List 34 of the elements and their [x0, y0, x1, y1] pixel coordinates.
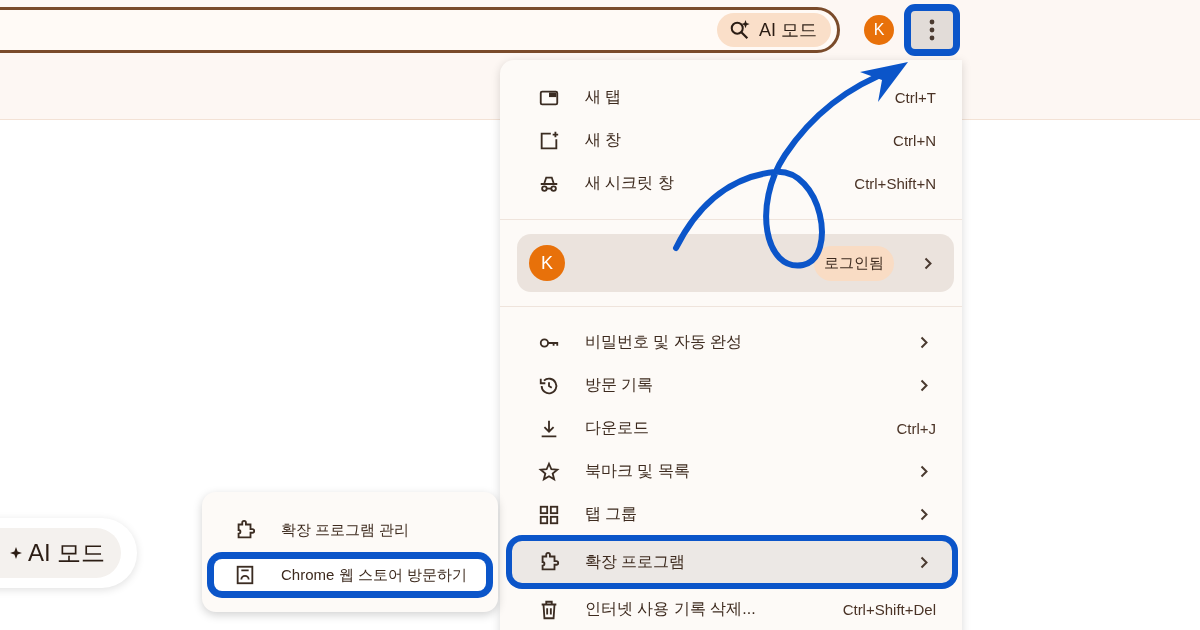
profile-avatar: K — [529, 245, 565, 281]
ai-mode-button[interactable]: AI 모드 — [717, 13, 831, 47]
menu-button[interactable] — [904, 4, 960, 56]
chevron-right-icon — [920, 465, 928, 478]
shortcut-text: Ctrl+N — [893, 132, 936, 149]
star-icon — [538, 460, 560, 483]
chevron-right-icon — [920, 379, 928, 392]
shortcut-text: Ctrl+Shift+N — [854, 175, 936, 192]
menu-item[interactable]: 비밀번호 및 자동 완성 — [512, 321, 952, 364]
chevron-right-icon — [920, 336, 928, 349]
menu-item[interactable]: 새 시크릿 창 Ctrl+Shift+N — [512, 162, 952, 205]
ai-mode-button[interactable]: AI 모드 — [0, 518, 138, 588]
grid-icon — [538, 503, 560, 526]
menu-item[interactable]: 탭 그룹 — [512, 493, 952, 536]
menu-item[interactable]: 새 탭 Ctrl+T — [512, 76, 952, 119]
menu-item[interactable]: 인터넷 사용 기록 삭제... Ctrl+Shift+Del — [512, 588, 952, 630]
chevron-right-icon — [920, 508, 928, 521]
menu-item[interactable]: 방문 기록 — [512, 364, 952, 407]
profile-row[interactable]: K 로그인됨 — [517, 234, 954, 292]
shortcut-text: Ctrl+Shift+Del — [842, 601, 936, 618]
shortcut-text: Ctrl+T — [894, 89, 936, 106]
menu-item[interactable]: 북마크 및 목록 — [512, 450, 952, 493]
chevron-right-icon — [920, 555, 928, 569]
search-sparkle-icon — [729, 19, 751, 41]
chevron-right-icon — [924, 256, 932, 270]
new-window-icon — [538, 129, 560, 152]
shortcut-text: Ctrl+J — [896, 420, 936, 437]
more-icon — [929, 19, 935, 41]
menu-item[interactable]: 새 창 Ctrl+N — [512, 119, 952, 162]
signed-in-badge: 로그인됨 — [814, 245, 894, 281]
address-bar[interactable]: AI 모드 — [0, 7, 840, 53]
store-icon — [234, 564, 256, 586]
menu-item[interactable]: 다운로드 Ctrl+J — [512, 407, 952, 450]
menu-item[interactable]: 확장 프로그램 관리 — [212, 510, 488, 550]
